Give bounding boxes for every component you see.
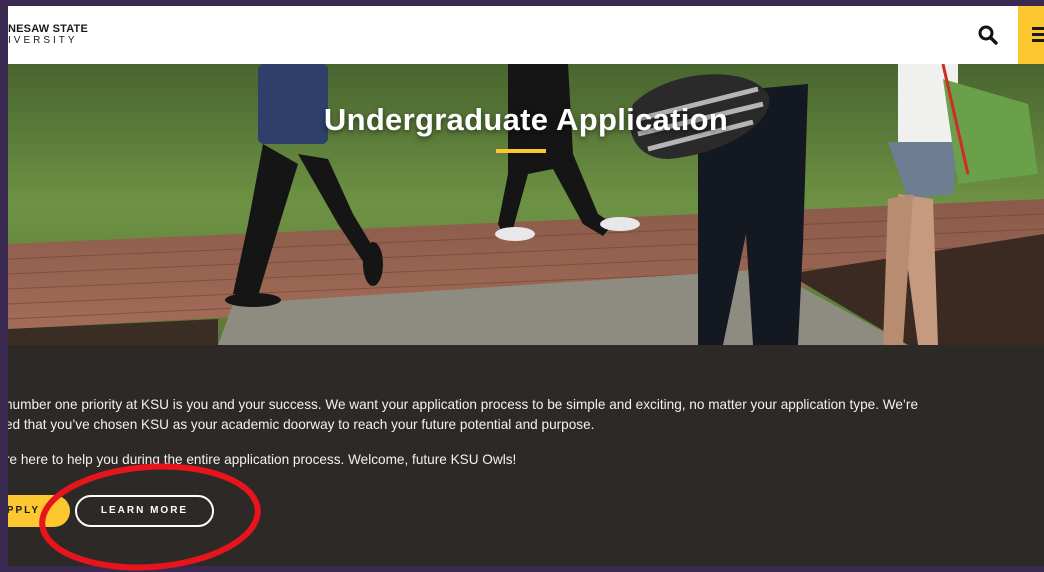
- intro-paragraph-line-1: number one priority at KSU is you and yo…: [8, 397, 918, 412]
- site-header: NESAW STATE IVERSITY: [8, 6, 1044, 64]
- hero-title: Undergraduate Application: [323, 102, 729, 137]
- search-button[interactable]: [976, 23, 1000, 47]
- intro-paragraph: number one priority at KSU is you and yo…: [8, 395, 1044, 435]
- apply-button[interactable]: APPLY: [8, 495, 70, 527]
- logo-line-1: NESAW STATE: [8, 23, 89, 35]
- intro-section: number one priority at KSU is you and yo…: [8, 345, 1044, 566]
- search-icon: [978, 25, 998, 45]
- intro-paragraph-line-2: ed that you’ve chosen KSU as your academ…: [8, 417, 595, 432]
- browser-viewport: NESAW STATE IVERSITY Undergraduate Appli…: [8, 6, 1044, 566]
- welcome-paragraph: re here to help you during the entire ap…: [8, 452, 517, 467]
- hero-title-underline: [496, 149, 546, 153]
- learn-more-button[interactable]: LEARN MORE: [75, 495, 214, 527]
- logo-line-2: IVERSITY: [8, 35, 78, 46]
- university-logo[interactable]: NESAW STATE IVERSITY: [8, 24, 88, 46]
- hero-banner: Undergraduate Application: [8, 64, 1044, 345]
- menu-button[interactable]: [1018, 6, 1044, 64]
